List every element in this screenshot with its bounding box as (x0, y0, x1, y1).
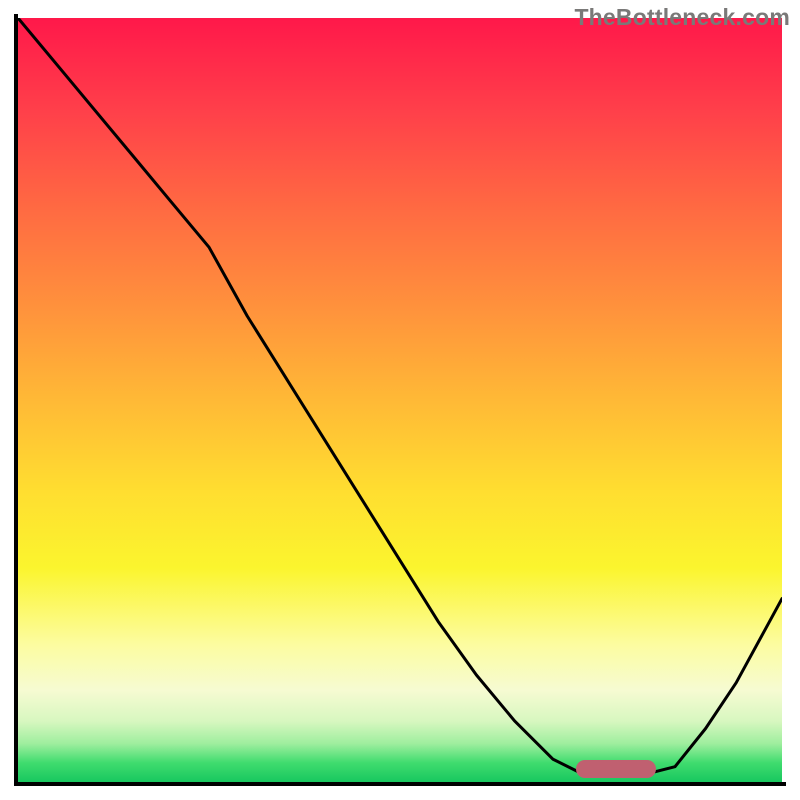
axis-y (14, 14, 18, 786)
gradient-background (18, 18, 782, 782)
chart-container: TheBottleneck.com (0, 0, 800, 800)
optimum-marker (576, 760, 656, 778)
watermark-text: TheBottleneck.com (574, 4, 790, 31)
axis-x (14, 782, 786, 786)
